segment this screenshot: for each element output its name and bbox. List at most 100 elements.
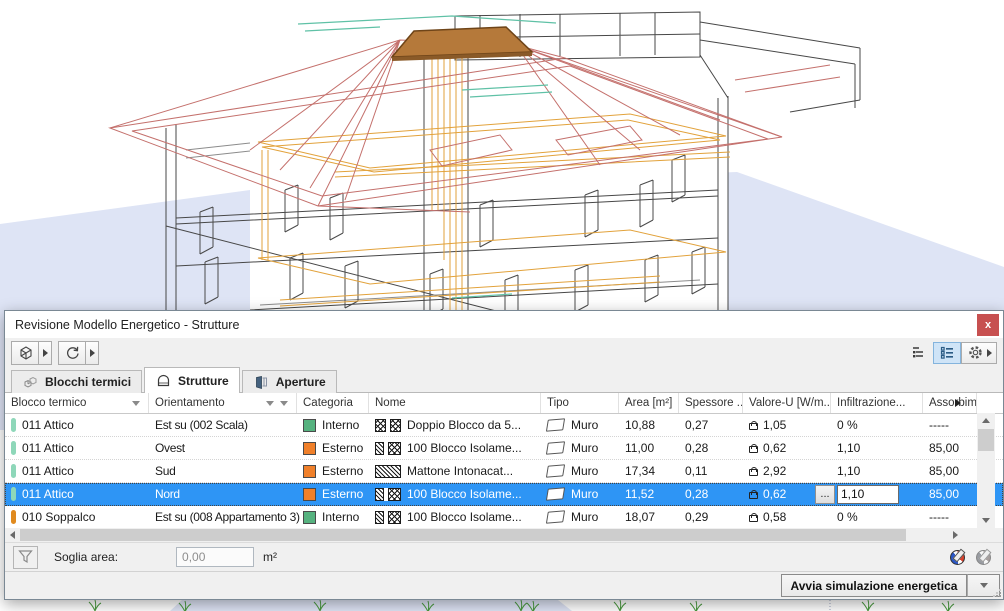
col-header-nome[interactable]: Nome xyxy=(369,393,541,413)
infiltration-edit-field[interactable] xyxy=(837,485,899,504)
area-threshold-label: Soglia area: xyxy=(54,550,118,564)
area-threshold-input[interactable] xyxy=(176,547,254,567)
dialog-title: Revisione Modello Energetico - Strutture xyxy=(15,318,239,332)
sort-desc-icon xyxy=(266,401,274,406)
scroll-down-button[interactable] xyxy=(977,513,995,528)
category-swatch xyxy=(303,488,316,501)
lock-icon xyxy=(749,490,758,499)
col-header-categoria[interactable]: Categoria xyxy=(297,393,369,413)
horizontal-scrollbar[interactable] xyxy=(5,528,963,542)
wall-type-icon xyxy=(546,510,565,523)
dropdown-arrow-icon xyxy=(43,349,48,357)
wall-type-icon xyxy=(546,487,565,500)
infiltration-options-button[interactable]: ... xyxy=(815,485,835,504)
scrollbar-corner xyxy=(963,528,1003,542)
scroll-left-button[interactable] xyxy=(5,528,20,542)
edit-chart-button[interactable] xyxy=(946,547,969,568)
insulated-block-hatch-icon xyxy=(375,442,401,455)
col-header-area[interactable]: Area [m²] xyxy=(619,393,679,413)
more-columns-icon xyxy=(955,399,961,407)
structures-table: Blocco termico Orientamento Categoria No… xyxy=(5,393,1003,543)
model-view-button[interactable] xyxy=(11,341,39,365)
double-block-hatch-icon xyxy=(375,419,401,432)
col-header-infiltrazione[interactable]: Infiltrazione... xyxy=(831,393,923,413)
scroll-up-icon xyxy=(982,418,990,423)
lock-icon xyxy=(749,513,758,522)
scroll-down-icon xyxy=(982,518,990,523)
lock-icon xyxy=(749,444,758,453)
tab-label: Strutture xyxy=(178,374,229,388)
table-row[interactable]: 011 Attico Sud Esterno Mattone Intonacat… xyxy=(5,460,1003,483)
col-header-tipo[interactable]: Tipo xyxy=(541,393,619,413)
edit-chart-disabled-button[interactable] xyxy=(972,547,995,568)
table-row[interactable]: 010 Soppalco Est su (008 Appartamento 3)… xyxy=(5,506,1003,529)
dialog-toolbar xyxy=(5,338,1003,367)
thermal-block-marker xyxy=(11,487,16,501)
openings-icon xyxy=(253,374,270,391)
filter-bar: Soglia area: m² xyxy=(5,543,1003,571)
tree-view-button[interactable] xyxy=(905,342,933,364)
lock-icon xyxy=(749,467,758,476)
wall-type-icon xyxy=(546,418,565,431)
list-view-icon xyxy=(939,344,956,361)
settings-button[interactable] xyxy=(961,342,997,364)
thermal-block-marker xyxy=(11,441,16,455)
category-swatch xyxy=(303,419,316,432)
sort-desc-icon xyxy=(280,401,288,406)
dropdown-arrow-icon xyxy=(90,349,95,357)
scroll-right-button[interactable] xyxy=(948,528,963,542)
scroll-right-icon xyxy=(953,531,958,539)
refresh-button[interactable] xyxy=(58,341,86,365)
refresh-dropdown[interactable] xyxy=(86,341,99,365)
thermal-block-marker xyxy=(11,464,16,478)
category-swatch xyxy=(303,465,316,478)
tab-bar: Blocchi termici Strutture Aperture xyxy=(5,367,1003,393)
tree-view-icon xyxy=(911,344,928,361)
area-unit-label: m² xyxy=(263,550,277,564)
table-row[interactable]: 011 Attico Est su (002 Scala) Interno Do… xyxy=(5,414,1003,437)
energy-review-dialog: Revisione Modello Energetico - Strutture… xyxy=(4,310,1004,600)
horizontal-scroll-thumb[interactable] xyxy=(20,529,906,541)
vertical-scroll-thumb[interactable] xyxy=(978,429,994,451)
3d-cube-icon xyxy=(17,344,34,361)
gear-icon xyxy=(967,344,984,361)
thermal-block-marker xyxy=(11,510,16,524)
tab-aperture[interactable]: Aperture xyxy=(242,370,337,393)
model-view-dropdown[interactable] xyxy=(39,341,52,365)
sort-desc-icon xyxy=(132,401,140,406)
category-swatch xyxy=(303,511,316,524)
vertical-scrollbar[interactable] xyxy=(977,413,995,528)
tab-label: Aperture xyxy=(276,375,326,389)
scroll-left-icon xyxy=(10,531,15,539)
col-header-orientamento[interactable]: Orientamento xyxy=(149,393,297,413)
col-header-blocco-termico[interactable]: Blocco termico xyxy=(5,393,149,413)
dialog-titlebar[interactable]: Revisione Modello Energetico - Strutture… xyxy=(5,311,1003,338)
tab-label: Blocchi termici xyxy=(45,375,131,389)
tab-strutture[interactable]: Strutture xyxy=(144,367,240,393)
col-header-assorbimento[interactable]: Assorbimer xyxy=(923,393,977,413)
tab-blocchi-termici[interactable]: Blocchi termici xyxy=(11,370,142,393)
list-view-button[interactable] xyxy=(933,342,961,364)
bottom-bar: Avvia simulazione energetica xyxy=(5,571,1003,599)
thermal-block-marker xyxy=(11,418,16,432)
col-header-spessore[interactable]: Spessore ... xyxy=(679,393,743,413)
dropdown-arrow-icon xyxy=(980,583,988,588)
close-button[interactable]: x xyxy=(977,314,999,336)
application-screen: Revisione Modello Energetico - Strutture… xyxy=(0,0,1004,611)
thermal-blocks-icon xyxy=(22,374,39,391)
resize-grip[interactable] xyxy=(993,589,1001,597)
insulated-block-hatch-icon xyxy=(375,488,401,501)
table-header-row: Blocco termico Orientamento Categoria No… xyxy=(5,393,1003,414)
close-icon: x xyxy=(985,319,991,331)
table-row-selected[interactable]: 011 Attico Nord Esterno 100 Blocco Isola… xyxy=(5,483,1003,506)
dropdown-arrow-icon xyxy=(987,349,992,357)
wall-type-icon xyxy=(546,441,565,454)
table-row[interactable]: 011 Attico Ovest Esterno 100 Blocco Isol… xyxy=(5,437,1003,460)
col-header-valore-u[interactable]: Valore-U [W/m... xyxy=(743,393,831,413)
scroll-up-button[interactable] xyxy=(977,413,995,428)
filter-button[interactable] xyxy=(13,546,38,569)
refresh-icon xyxy=(64,344,81,361)
funnel-icon xyxy=(18,550,33,564)
run-energy-simulation-button[interactable]: Avvia simulazione energetica xyxy=(781,574,967,597)
lock-icon xyxy=(749,421,758,430)
